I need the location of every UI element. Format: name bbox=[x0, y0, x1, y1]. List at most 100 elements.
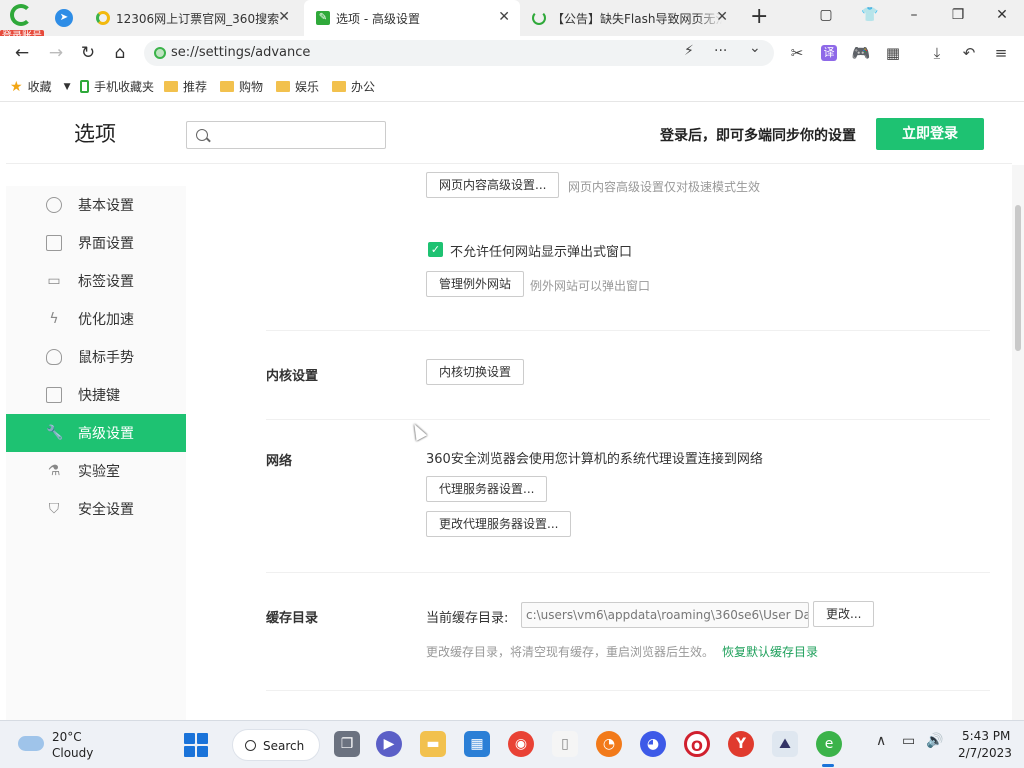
bookmark-folder-recommend[interactable]: 推荐 bbox=[164, 78, 207, 95]
chevron-up-icon[interactable]: ∧ bbox=[876, 733, 886, 749]
taskbar-search-button[interactable]: Search bbox=[232, 729, 320, 761]
image-viewer-icon[interactable]: ⛰ bbox=[772, 731, 798, 757]
back-button[interactable]: ← bbox=[10, 41, 34, 65]
cloud-icon[interactable] bbox=[18, 736, 44, 751]
pinned-tab-telegram-icon[interactable]: ➤ bbox=[55, 9, 73, 27]
network-icon[interactable]: ▭ bbox=[902, 733, 915, 749]
web-content-advanced-button[interactable]: 网页内容高级设置... bbox=[426, 172, 560, 198]
window-icon bbox=[46, 235, 62, 251]
gear-icon bbox=[46, 197, 62, 213]
sidebar-item-mouse-gesture[interactable]: 鼠标手势 bbox=[6, 338, 186, 376]
opera-icon[interactable]: O bbox=[684, 731, 710, 757]
cache-dir-hint: 更改缓存目录，将清空现有缓存，重启浏览器后生效。 bbox=[426, 645, 715, 659]
file-explorer-icon[interactable]: ▬ bbox=[420, 731, 446, 757]
popup-block-checkbox[interactable]: ✓ bbox=[428, 242, 443, 257]
sidebar-item-basic[interactable]: 基本设置 bbox=[6, 186, 186, 224]
close-window-button[interactable]: ✕ bbox=[984, 0, 1020, 32]
scissors-icon[interactable]: ✂ bbox=[786, 42, 808, 64]
dropdown-icon[interactable]: ⌄ bbox=[749, 40, 761, 56]
bookmark-folder-shopping[interactable]: 购物 bbox=[220, 78, 263, 95]
tab-flash-notice[interactable]: 【公告】缺失Flash导致网页无法 ✕ bbox=[524, 0, 738, 36]
game-icon[interactable]: 🎮 bbox=[850, 42, 872, 64]
home-button[interactable]: ⌂ bbox=[108, 41, 132, 65]
sidebar-item-optimize[interactable]: ϟ 优化加速 bbox=[6, 300, 186, 338]
caret-down-icon[interactable]: ▼ bbox=[64, 82, 71, 92]
windows-start-icon[interactable] bbox=[184, 733, 208, 757]
translate-icon[interactable]: 译 bbox=[821, 45, 837, 61]
sidebar-item-advanced[interactable]: 🔧 高级设置 bbox=[6, 414, 186, 452]
chrome-icon[interactable]: ◉ bbox=[508, 731, 534, 757]
sidebar-item-security[interactable]: ⛉ 安全设置 bbox=[6, 490, 186, 528]
settings-sidebar: 基本设置 界面设置 ▭ 标签设置 ϟ 优化加速 鼠标手势 快捷键 🔧 高级设置 … bbox=[6, 186, 186, 720]
reload-button[interactable]: ↻ bbox=[76, 41, 100, 65]
browser-logo[interactable]: 登录账号 bbox=[0, 4, 44, 43]
bookmark-mobile-favorites[interactable]: 手机收藏夹 bbox=[80, 78, 154, 95]
folder-icon bbox=[164, 81, 178, 92]
sidebar-item-label: 界面设置 bbox=[78, 236, 134, 252]
close-tab-icon[interactable]: ✕ bbox=[716, 10, 728, 24]
restore-default-cache-link[interactable]: 恢复默认缓存目录 bbox=[722, 643, 818, 660]
teams-chat-icon[interactable]: ▶ bbox=[376, 731, 402, 757]
bookmark-label: 办公 bbox=[351, 80, 376, 94]
page-scrollbar[interactable] bbox=[1012, 165, 1024, 720]
folder-icon bbox=[332, 81, 346, 92]
sidebar-item-lab[interactable]: ⚗ 实验室 bbox=[6, 452, 186, 490]
keyboard-icon bbox=[46, 387, 62, 403]
maximize-button[interactable]: ❐ bbox=[940, 0, 976, 32]
lightning-icon[interactable]: ⚡ bbox=[684, 43, 694, 59]
minimize-button[interactable]: – bbox=[896, 0, 932, 32]
scrollbar-thumb[interactable] bbox=[1015, 205, 1021, 351]
forward-button[interactable]: → bbox=[44, 41, 68, 65]
login-tip: 登录后，即可多端同步你的设置 bbox=[660, 128, 856, 144]
shirt-skin-icon[interactable]: 👕 bbox=[852, 0, 888, 32]
tab-settings[interactable]: ✎ 选项 - 高级设置 ✕ bbox=[304, 0, 520, 36]
sidebar-item-shortcuts[interactable]: 快捷键 bbox=[6, 376, 186, 414]
folder-icon bbox=[276, 81, 290, 92]
bookmark-folder-office[interactable]: 办公 bbox=[332, 78, 375, 95]
tab-search[interactable]: 12306网上订票官网_360搜索 ✕ bbox=[88, 0, 300, 36]
kernel-switch-button[interactable]: 内核切换设置 bbox=[426, 359, 525, 385]
clock-date[interactable]: 2/7/2023 bbox=[958, 746, 1012, 760]
url-field[interactable]: se://settings/advance ⚡ ··· ⌄ bbox=[144, 40, 774, 66]
web-content-hint: 网页内容高级设置仅对极速模式生效 bbox=[568, 180, 761, 194]
task-view-icon[interactable]: ❐ bbox=[334, 731, 360, 757]
url-text[interactable]: se://settings/advance bbox=[171, 45, 310, 60]
apps-grid-icon[interactable]: ▦ bbox=[882, 42, 904, 64]
close-tab-icon[interactable]: ✕ bbox=[498, 10, 510, 24]
clock-time[interactable]: 5:43 PM bbox=[962, 729, 1010, 743]
tab-list-icon[interactable]: ▢ bbox=[808, 0, 844, 32]
cache-dir-label: 当前缓存目录: bbox=[426, 611, 509, 626]
sidebar-item-tabs[interactable]: ▭ 标签设置 bbox=[6, 262, 186, 300]
360-browser-icon[interactable]: e bbox=[816, 731, 842, 757]
close-tab-icon[interactable]: ✕ bbox=[278, 10, 290, 24]
change-proxy-settings-button[interactable]: 更改代理服务器设置... bbox=[426, 511, 572, 537]
more-icon[interactable]: ··· bbox=[714, 43, 727, 59]
main-menu-icon[interactable]: ≡ bbox=[990, 42, 1012, 64]
settings-search-input[interactable] bbox=[186, 121, 386, 149]
proxy-settings-button[interactable]: 代理服务器设置... bbox=[426, 476, 548, 502]
sidebar-item-interface[interactable]: 界面设置 bbox=[6, 224, 186, 262]
yandex-icon[interactable]: Y bbox=[728, 731, 754, 757]
blank-document-icon[interactable]: ▯ bbox=[552, 731, 578, 757]
undo-icon[interactable]: ↶ bbox=[958, 42, 980, 64]
weather-temp[interactable]: 20°C bbox=[52, 730, 82, 744]
popup-block-label[interactable]: 不允许任何网站显示弹出式窗口 bbox=[450, 241, 632, 260]
firefox-icon[interactable]: ◔ bbox=[596, 731, 622, 757]
bookmark-label: 手机收藏夹 bbox=[94, 80, 155, 94]
download-icon[interactable]: ⤓ bbox=[926, 42, 948, 64]
phone-icon bbox=[80, 80, 89, 93]
login-button[interactable]: 立即登录 bbox=[876, 118, 984, 150]
sidebar-item-label: 实验室 bbox=[78, 464, 120, 480]
manage-exceptions-button[interactable]: 管理例外网站 bbox=[426, 271, 525, 297]
cache-dir-field[interactable]: c:\users\vm6\appdata\roaming\360se6\User… bbox=[521, 602, 809, 628]
volume-icon[interactable]: 🔊 bbox=[926, 733, 943, 749]
microsoft-store-icon[interactable]: ▦ bbox=[464, 731, 490, 757]
change-cache-dir-button[interactable]: 更改... bbox=[813, 601, 875, 627]
mouse-icon bbox=[46, 349, 62, 365]
new-tab-button[interactable]: + bbox=[750, 6, 768, 28]
firefox-dev-icon[interactable]: ◕ bbox=[640, 731, 666, 757]
bookmark-folder-entertainment[interactable]: 娱乐 bbox=[276, 78, 319, 95]
settings-page: 选项 登录后，即可多端同步你的设置 立即登录 基本设置 界面设置 ▭ 标签设置 … bbox=[6, 102, 1012, 720]
favorites-button[interactable]: ★ 收藏 ▼ bbox=[10, 78, 71, 95]
weather-desc[interactable]: Cloudy bbox=[52, 746, 93, 760]
